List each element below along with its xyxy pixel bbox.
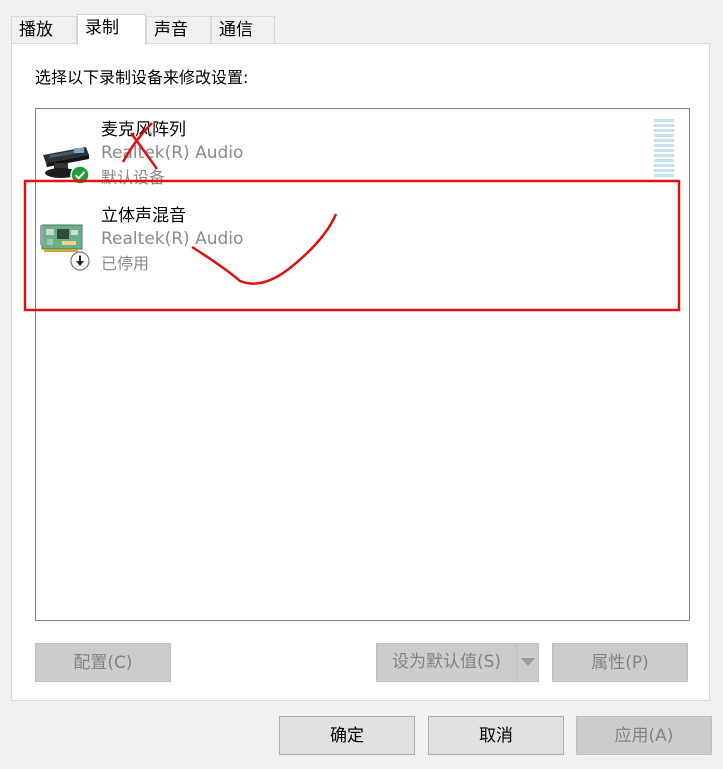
level-meter xyxy=(654,119,674,179)
device-text: 麦克风阵列 Realtek(R) Audio 默认设备 xyxy=(101,119,243,190)
set-default-split-button[interactable]: 设为默认值(S) xyxy=(376,643,539,682)
instruction-text: 选择以下录制设备来修改设置: xyxy=(35,68,249,87)
apply-button[interactable]: 应用(A) xyxy=(576,716,712,755)
microphone-array-icon xyxy=(40,115,96,185)
device-item-microphone-array[interactable]: 麦克风阵列 Realtek(R) Audio 默认设备 xyxy=(36,109,674,195)
cancel-button[interactable]: 取消 xyxy=(428,716,564,755)
ok-button[interactable]: 确定 xyxy=(279,716,415,755)
tab-playback-label: 播放 xyxy=(19,20,53,40)
tab-communications[interactable]: 通信 xyxy=(211,16,275,44)
device-text: 立体声混音 Realtek(R) Audio 已停用 xyxy=(101,205,243,276)
set-default-dropdown-arrow[interactable] xyxy=(516,644,538,681)
disabled-down-arrow-icon xyxy=(70,251,90,271)
default-checkmark-icon xyxy=(70,165,90,185)
device-name: 麦克风阵列 xyxy=(101,120,186,140)
configure-button[interactable]: 配置(C) xyxy=(35,643,171,682)
tab-sounds-label: 声音 xyxy=(154,20,188,40)
chevron-down-icon xyxy=(521,658,535,666)
tab-playback[interactable]: 播放 xyxy=(11,16,77,44)
device-name: 立体声混音 xyxy=(101,206,186,226)
device-item-stereo-mix[interactable]: 立体声混音 Realtek(R) Audio 已停用 xyxy=(36,195,666,281)
set-default-label: 设为默认值(S) xyxy=(391,652,502,672)
recording-device-list[interactable]: 麦克风阵列 Realtek(R) Audio 默认设备 立体声混音 Realte… xyxy=(35,108,690,621)
device-driver: Realtek(R) Audio xyxy=(101,229,244,249)
sound-card-icon xyxy=(40,201,96,271)
device-status: 默认设备 xyxy=(101,168,166,187)
tab-recording-label: 录制 xyxy=(85,18,119,38)
device-driver: Realtek(R) Audio xyxy=(101,143,244,163)
properties-button[interactable]: 属性(P) xyxy=(552,643,688,682)
device-status: 已停用 xyxy=(101,254,150,273)
tab-recording[interactable]: 录制 xyxy=(77,14,146,45)
tab-communications-label: 通信 xyxy=(219,20,253,40)
tab-sounds[interactable]: 声音 xyxy=(146,16,211,44)
recording-panel: 选择以下录制设备来修改设置: 麦克风阵列 Realtek(R) Audio 默认… xyxy=(11,43,710,701)
